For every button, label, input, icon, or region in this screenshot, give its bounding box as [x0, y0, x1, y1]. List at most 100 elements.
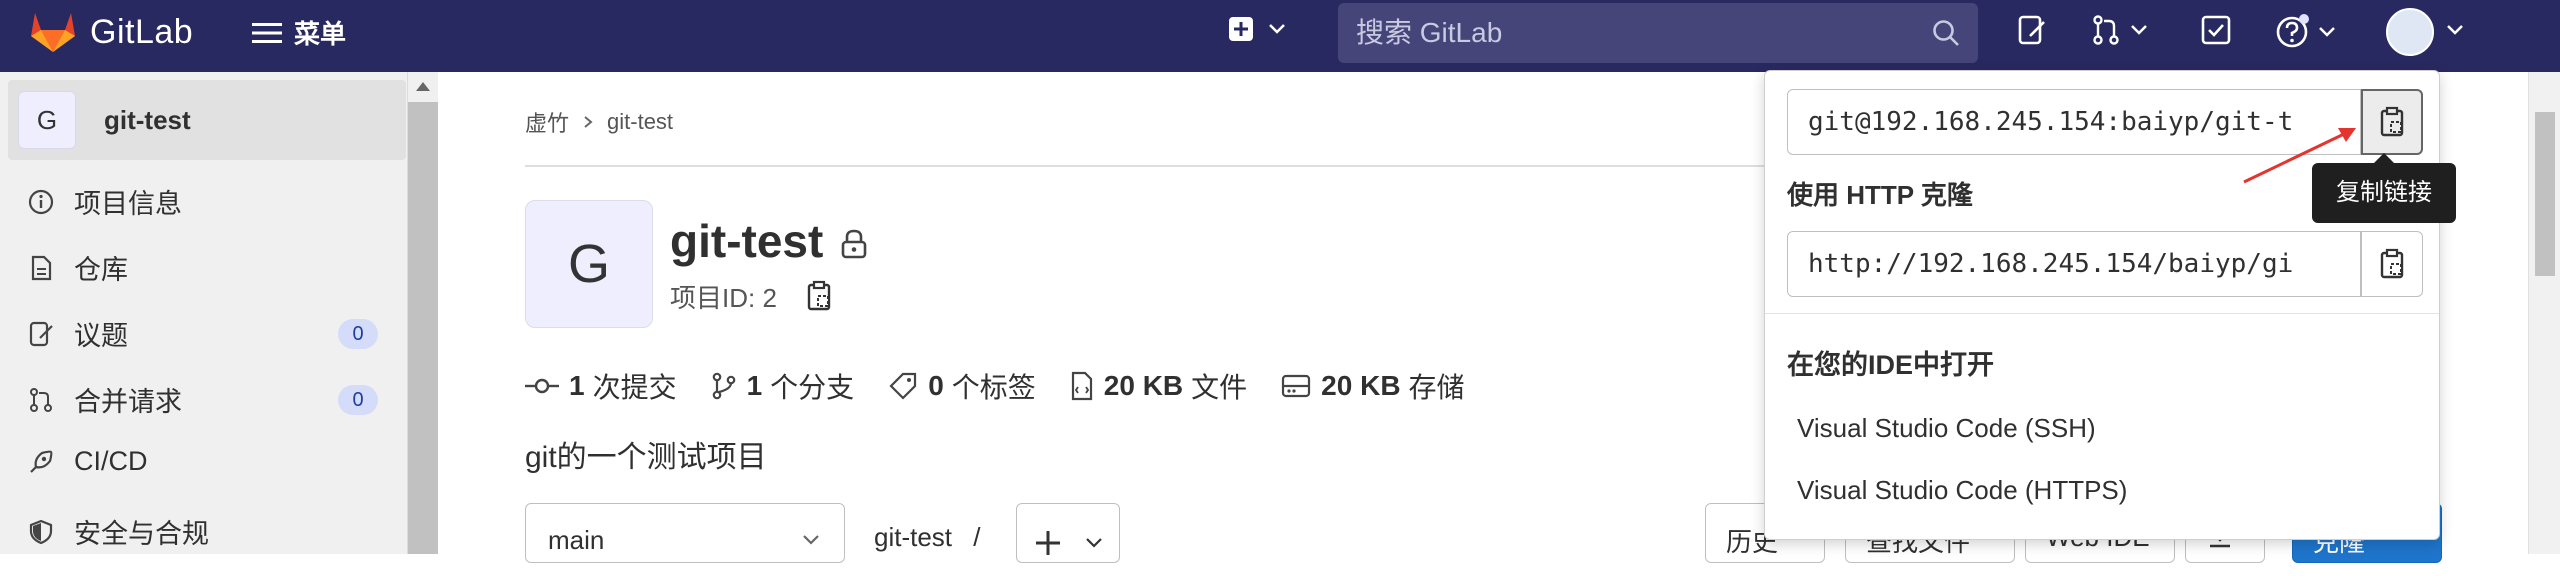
- sidebar-item-label: CI/CD: [74, 446, 148, 476]
- gitlab-logo[interactable]: GitLab: [30, 10, 193, 54]
- stat-tags[interactable]: 0 个标签: [888, 366, 1036, 406]
- merge-requests-shortcut[interactable]: [2090, 14, 2148, 46]
- help-menu[interactable]: [2274, 14, 2336, 50]
- copy-icon: [2380, 106, 2404, 137]
- menu-label: 菜单: [294, 19, 347, 49]
- stat-value: 1: [569, 370, 585, 401]
- chevron-down-icon: [1086, 538, 1102, 548]
- commit-icon: [525, 378, 559, 394]
- triangle-up-icon: [416, 82, 430, 91]
- chevron-down-icon: [2131, 25, 2147, 35]
- project-avatar-large: G: [525, 200, 653, 328]
- sidebar-item-security[interactable]: 安全与合规: [28, 512, 378, 551]
- todos-shortcut[interactable]: [2200, 14, 2232, 46]
- chevron-down-icon: [2319, 27, 2335, 37]
- sidebar-item-label: 仓库: [74, 255, 128, 285]
- sidebar-item-label: 议题: [74, 321, 128, 351]
- stat-branches[interactable]: 1 个分支: [711, 366, 854, 406]
- divider: [1765, 313, 2439, 314]
- sidebar-item-repository[interactable]: 仓库: [28, 248, 378, 287]
- issues-icon: [29, 321, 53, 346]
- sidebar: G git-test 项目信息 仓库 议题 0 合并请求 0 CI/CD 安全与…: [0, 72, 408, 554]
- issues-icon: [2018, 15, 2045, 45]
- page-scrollbar[interactable]: [2528, 72, 2560, 554]
- stat-label: 次提交: [592, 372, 677, 403]
- branch-selector[interactable]: main: [525, 503, 845, 563]
- vscode-https-option[interactable]: Visual Studio Code (HTTPS): [1797, 475, 2127, 506]
- repo-path-separator: /: [973, 522, 981, 552]
- storage-icon: [1282, 374, 1311, 398]
- sidebar-project-name: git-test: [104, 104, 191, 135]
- avatar[interactable]: [2386, 8, 2434, 56]
- todo-icon: [2201, 15, 2231, 45]
- shield-icon: [29, 519, 53, 544]
- search-placeholder: 搜索 GitLab: [1356, 17, 1503, 48]
- http-url-field[interactable]: http://192.168.245.154/baiyp/gi: [1787, 231, 2361, 297]
- file-icon: [1071, 371, 1092, 401]
- annotation-arrow-icon: [2243, 128, 2356, 184]
- search-icon: [1933, 20, 1959, 46]
- issues-shortcut[interactable]: [2016, 14, 2048, 46]
- repository-icon: [31, 255, 52, 280]
- search-input[interactable]: 搜索 GitLab: [1338, 3, 1978, 63]
- chevron-down-icon: [1269, 24, 1285, 34]
- sidebar-item-label: 合并请求: [74, 387, 182, 417]
- help-icon: [2276, 14, 2309, 48]
- scrollbar-thumb[interactable]: [2535, 112, 2555, 276]
- project-description: git的一个测试项目: [525, 441, 767, 474]
- stat-value: 1: [746, 370, 763, 401]
- issues-count-badge: 0: [338, 318, 378, 349]
- http-clone-label: 使用 HTTP 克隆: [1787, 180, 1973, 210]
- copy-http-button[interactable]: [2361, 231, 2423, 297]
- stat-value: 20 KB: [1321, 370, 1401, 401]
- repo-path-name[interactable]: git-test: [874, 522, 952, 552]
- breadcrumb-group[interactable]: 虚竹: [525, 106, 569, 138]
- open-in-ide-heading: 在您的IDE中打开: [1787, 350, 1995, 380]
- lock-icon: [841, 229, 867, 259]
- stat-storage[interactable]: 20 KB 存储: [1281, 366, 1465, 406]
- breadcrumb-project[interactable]: git-test: [607, 109, 673, 135]
- stat-label: 存储: [1408, 372, 1465, 403]
- hamburger-icon: [252, 22, 282, 43]
- plus-square-icon: [1229, 17, 1253, 41]
- project-id: 项目ID: 2: [670, 283, 777, 313]
- sidebar-item-merge-requests[interactable]: 合并请求 0: [28, 380, 378, 419]
- chevron-down-icon: [2447, 25, 2463, 35]
- page-title: git-test: [670, 215, 824, 267]
- stat-value: 0: [928, 370, 944, 401]
- project-avatar: G: [18, 91, 76, 149]
- sidebar-scroll-up[interactable]: [408, 72, 438, 102]
- stat-files[interactable]: 20 KB 文件: [1070, 366, 1247, 406]
- project-stats: 1 次提交 1 个分支 0 个标签 20 KB 文件 20 KB 存储: [525, 366, 1499, 406]
- tag-icon: [889, 372, 917, 400]
- sidebar-item-issues[interactable]: 议题 0: [28, 314, 378, 353]
- sidebar-item-label: 安全与合规: [74, 519, 209, 549]
- divider: [525, 165, 1825, 167]
- top-navbar: GitLab 菜单 搜索 GitLab: [0, 0, 2560, 72]
- stat-commits[interactable]: 1 次提交: [525, 366, 677, 406]
- menu-button[interactable]: 菜单: [252, 14, 346, 51]
- copy-id-icon[interactable]: [806, 280, 832, 312]
- rocket-icon: [30, 450, 53, 473]
- user-menu-chevron[interactable]: [2446, 24, 2464, 36]
- tanuki-icon: [31, 13, 75, 52]
- sidebar-scrollbar[interactable]: [408, 72, 438, 554]
- branch-name: main: [548, 525, 605, 555]
- copy-icon: [2380, 248, 2404, 279]
- app-name: GitLab: [90, 12, 194, 51]
- chevron-right-icon: [584, 116, 593, 128]
- sidebar-project-header[interactable]: G git-test: [8, 80, 406, 160]
- repo-path: git-test /: [874, 522, 981, 553]
- chevron-down-icon: [803, 535, 819, 545]
- add-to-tree-button[interactable]: [1016, 503, 1120, 563]
- breadcrumb: 虚竹 git-test: [525, 106, 673, 138]
- copy-ssh-button[interactable]: [2361, 89, 2423, 155]
- new-item-button[interactable]: [1228, 16, 1286, 42]
- vscode-ssh-option[interactable]: Visual Studio Code (SSH): [1797, 413, 2096, 444]
- sidebar-item-label: 项目信息: [74, 189, 182, 219]
- branch-icon: [712, 372, 735, 400]
- stat-label: 文件: [1191, 372, 1248, 403]
- merge-requests-count-badge: 0: [338, 384, 378, 415]
- sidebar-item-cicd[interactable]: CI/CD: [28, 446, 378, 477]
- sidebar-item-project-info[interactable]: 项目信息: [28, 182, 378, 221]
